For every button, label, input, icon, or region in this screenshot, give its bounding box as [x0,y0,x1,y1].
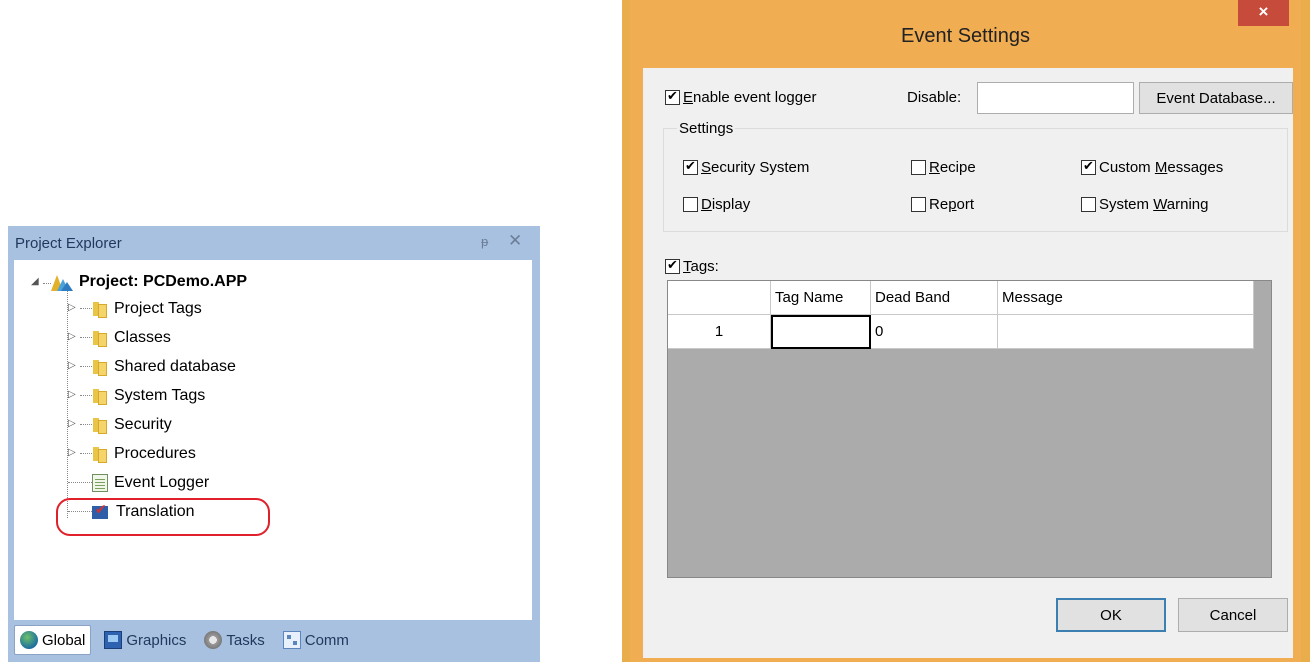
enable-event-logger-checkbox[interactable]: Enable event logger [665,88,817,106]
folder-icon [92,300,108,318]
tree-root-label: Project: PCDemo.APP [79,273,248,290]
tree-root-project[interactable]: Project: PCDemo.APP [51,270,247,294]
checkbox-label: System Warning [1099,196,1209,213]
tree-item-label: Event Logger [114,474,210,491]
tab-label: Tasks [226,631,265,649]
expand-arrow-icon[interactable]: ▷ [68,389,76,400]
tree-item-label: Project Tags [114,300,202,317]
tag-name-cell[interactable] [771,315,871,349]
grid-corner-header [668,281,771,315]
settings-group [663,128,1288,232]
checkbox-label: Enable event logger [683,89,817,106]
globe-icon [20,631,38,649]
panel-title: Project Explorer [15,235,122,252]
folder-icon [92,416,108,434]
tree-item-event-logger[interactable]: Event Logger [92,471,209,495]
display-checkbox[interactable]: Display [683,196,750,213]
column-header-tag-name[interactable]: Tag Name [771,281,871,315]
settings-group-label: Settings [677,120,736,137]
tree-item-label: System Tags [114,387,206,404]
checkbox-label: Recipe [929,159,976,176]
tab-graphics[interactable]: Graphics [99,626,191,654]
tree-item-system-tags[interactable]: System Tags [92,384,205,408]
dialog-titlebar: Event Settings × [630,0,1301,68]
project-explorer-panel: Project Explorer ᵽ ✕ ◢ Project: PCDemo.A… [8,226,540,662]
checkbox-label: Tags: [683,258,719,275]
checkbox-box[interactable] [1081,158,1096,175]
tags-grid: Tag Name Dead Band Message 1 0 [667,280,1272,578]
project-icon [51,273,73,291]
recipe-checkbox[interactable]: Recipe [911,159,976,176]
checkbox-box[interactable] [911,197,926,212]
cancel-button[interactable]: Cancel [1178,598,1288,632]
collapse-arrow-icon[interactable]: ◢ [31,276,39,287]
checkbox-label: Display [701,196,751,213]
workspace-tabs: Global Graphics Tasks Comm [14,622,532,658]
project-tree: ◢ Project: PCDemo.APP ▷ Project Tags ▷ C… [14,260,532,620]
checkbox-label: Custom Messages [1099,159,1224,176]
dialog-frame: Event Settings × Enable event logger Dis… [630,0,1301,662]
message-cell[interactable] [998,315,1254,349]
column-header-dead-band[interactable]: Dead Band [871,281,998,315]
expand-arrow-icon[interactable]: ▷ [68,331,76,342]
close-icon[interactable]: ✕ [508,231,522,251]
tab-comm[interactable]: Comm [278,626,354,654]
checkbox-box[interactable] [683,197,698,212]
tree-item-label: Security [114,416,172,433]
disable-label: Disable: [907,89,962,106]
folder-icon [92,329,108,347]
folder-icon [92,387,108,405]
dead-band-cell[interactable]: 0 [871,315,998,349]
network-icon [282,631,301,649]
tab-global[interactable]: Global [14,625,92,655]
checkbox-box[interactable] [665,257,680,274]
tree-item-procedures[interactable]: Procedures [92,442,196,466]
expand-arrow-icon[interactable]: ▷ [68,302,76,313]
tree-item-label: Classes [114,329,171,346]
event-settings-dialog: Event Settings × Enable event logger Dis… [622,0,1310,662]
tab-label: Global [42,631,86,649]
expand-arrow-icon[interactable]: ▷ [68,447,76,458]
column-header-message[interactable]: Message [998,281,1254,315]
ok-button[interactable]: OK [1056,598,1166,632]
event-log-icon [92,474,108,492]
monitor-icon [104,631,123,649]
security-system-checkbox[interactable]: Security System [683,158,810,176]
tree-item-shared-database[interactable]: Shared database [92,355,236,379]
report-checkbox[interactable]: Report [911,196,974,213]
checkbox-box[interactable] [683,158,698,175]
system-warning-checkbox[interactable]: System Warning [1081,196,1209,213]
custom-messages-checkbox[interactable]: Custom Messages [1081,158,1224,176]
checkbox-label: Report [929,196,975,213]
checkbox-box[interactable] [665,88,680,105]
expand-arrow-icon[interactable]: ▷ [68,360,76,371]
tree-item-label: Shared database [114,358,236,375]
tree-item-label: Procedures [114,445,196,462]
tab-tasks[interactable]: Tasks [199,626,269,654]
tab-label: Comm [304,631,349,649]
pin-icon[interactable]: ᵽ [481,234,488,249]
expand-arrow-icon[interactable]: ▷ [68,418,76,429]
folder-icon [92,358,108,376]
event-database-button[interactable]: Event Database... [1139,82,1293,114]
tags-checkbox[interactable]: Tags: [665,257,719,275]
row-header[interactable]: 1 [668,315,771,349]
tree-item-project-tags[interactable]: Project Tags [92,297,202,321]
highlight-annotation [56,498,270,536]
gear-icon [204,631,223,649]
tree-item-security[interactable]: Security [92,413,172,437]
close-button[interactable]: × [1238,0,1289,26]
disable-input[interactable] [977,82,1134,114]
dialog-title: Event Settings [901,25,1030,47]
folder-icon [92,445,108,463]
tree-item-classes[interactable]: Classes [92,326,171,350]
tab-label: Graphics [126,631,187,649]
project-explorer-titlebar: Project Explorer ᵽ ✕ [8,226,540,260]
checkbox-box[interactable] [1081,197,1096,212]
checkbox-box[interactable] [911,160,926,175]
dialog-client-area: Enable event logger Disable: Event Datab… [643,68,1293,658]
checkbox-label: Security System [701,159,810,176]
